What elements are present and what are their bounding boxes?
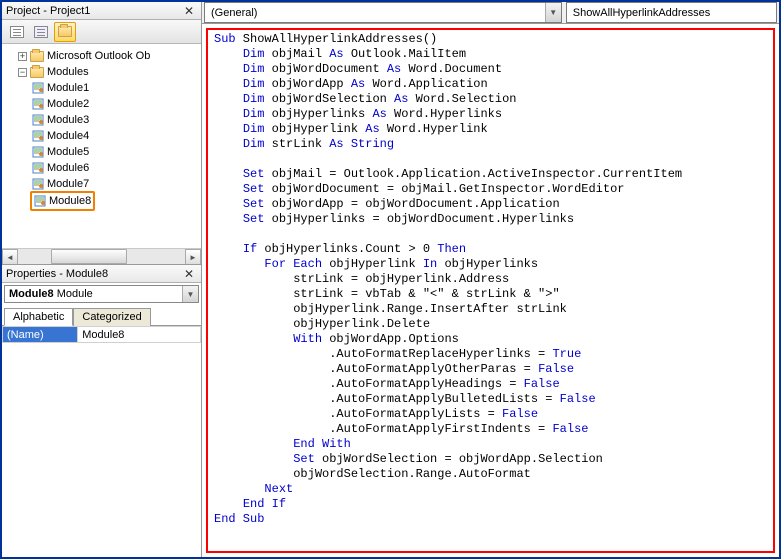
property-value[interactable]: Module8: [78, 327, 201, 343]
tree-label: Microsoft Outlook Ob: [47, 48, 150, 64]
close-icon[interactable]: ✕: [181, 4, 197, 18]
properties-pane: Properties - Module8 ✕ Module8 Module ▼ …: [2, 264, 201, 557]
tree-label: Module1: [47, 80, 89, 96]
scroll-left-button[interactable]: ◄: [2, 249, 18, 264]
list-icon: [10, 26, 24, 38]
module-icon: [32, 114, 44, 126]
tree-module-item[interactable]: Module1: [32, 80, 199, 96]
procedure-dropdown[interactable]: ShowAllHyperlinkAddresses ▼: [566, 2, 777, 23]
folder-icon: [30, 51, 44, 62]
object-dropdown[interactable]: (General) ▼: [204, 2, 562, 23]
scrollbar-track[interactable]: [18, 249, 185, 264]
tree-label: Modules: [47, 64, 89, 80]
highlight-border: [206, 28, 775, 553]
tree-module-item[interactable]: Module8: [32, 192, 199, 210]
module-icon: [32, 178, 44, 190]
form-icon: [34, 26, 48, 38]
module-icon: [34, 195, 46, 207]
folder-icon: [30, 67, 44, 78]
module-icon: [32, 146, 44, 158]
tree-label: Module7: [47, 176, 89, 192]
property-key: (Name): [3, 327, 78, 343]
close-icon[interactable]: ✕: [181, 267, 197, 281]
dropdown-text: ShowAllHyperlinkAddresses: [567, 7, 776, 19]
properties-object-dropdown[interactable]: Module8 Module ▼: [4, 285, 199, 303]
tree-modules-folder[interactable]: − Modules: [18, 64, 199, 80]
code-dropdown-row: (General) ▼ ShowAllHyperlinkAddresses ▼: [202, 2, 779, 24]
project-toolbar: [2, 20, 201, 44]
dropdown-text: (General): [205, 7, 545, 19]
tab-categorized[interactable]: Categorized: [73, 308, 150, 326]
tree-module-item[interactable]: Module5: [32, 144, 199, 160]
view-object-button[interactable]: [30, 22, 52, 42]
module-icon: [32, 82, 44, 94]
tree-module-item[interactable]: Module2: [32, 96, 199, 112]
tree-module-item[interactable]: Module4: [32, 128, 199, 144]
view-code-button[interactable]: [6, 22, 28, 42]
tree-h-scrollbar[interactable]: ◄ ►: [2, 248, 201, 264]
tree-label: Module5: [47, 144, 89, 160]
folder-icon: [58, 26, 72, 37]
tree-label: Module4: [47, 128, 89, 144]
properties-grid[interactable]: (Name)Module8: [2, 326, 201, 557]
left-panel: Project - Project1 ✕ + Microsoft Outlook…: [2, 2, 202, 557]
tree-label: Module2: [47, 96, 89, 112]
project-pane-title: Project - Project1 ✕: [2, 2, 201, 20]
project-tree-scroll[interactable]: + Microsoft Outlook Ob − Modules Module1…: [2, 44, 201, 248]
module-icon: [32, 98, 44, 110]
toggle-folders-button[interactable]: [54, 22, 76, 42]
properties-pane-title: Properties - Module8 ✕: [2, 265, 201, 283]
tab-alphabetic[interactable]: Alphabetic: [4, 308, 73, 326]
tree-outlook-objects[interactable]: + Microsoft Outlook Ob: [18, 48, 150, 64]
code-area-wrap: Sub ShowAllHyperlinkAddresses() Dim objM…: [202, 24, 779, 557]
project-tree: + Microsoft Outlook Ob − Modules Module1…: [2, 44, 201, 264]
expand-icon[interactable]: +: [18, 52, 27, 61]
module-icon: [32, 130, 44, 142]
tree-label: Module8: [49, 193, 91, 209]
tree-module-item[interactable]: Module6: [32, 160, 199, 176]
project-title-text: Project - Project1: [6, 5, 90, 17]
chevron-down-icon: ▼: [182, 286, 198, 302]
scroll-right-button[interactable]: ►: [185, 249, 201, 264]
scrollbar-thumb[interactable]: [51, 249, 126, 264]
properties-tabs: Alphabetic Categorized: [2, 307, 201, 326]
dropdown-text: Module8 Module: [5, 288, 182, 300]
properties-title-text: Properties - Module8: [6, 268, 108, 280]
tree-label: Module3: [47, 112, 89, 128]
tree-module-item[interactable]: Module7: [32, 176, 199, 192]
collapse-icon[interactable]: −: [18, 68, 27, 77]
tree-label: Module6: [47, 160, 89, 176]
module-icon: [32, 162, 44, 174]
code-panel: (General) ▼ ShowAllHyperlinkAddresses ▼ …: [202, 2, 779, 557]
property-row[interactable]: (Name)Module8: [3, 327, 201, 343]
chevron-down-icon: ▼: [545, 3, 561, 22]
tree-module-item[interactable]: Module3: [32, 112, 199, 128]
